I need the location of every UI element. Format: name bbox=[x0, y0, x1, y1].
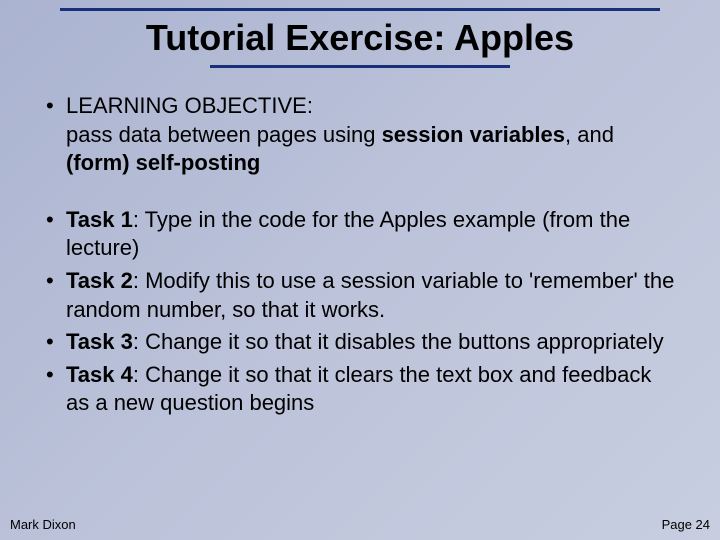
task-label: Task 1 bbox=[66, 207, 133, 232]
task-label: Task 2 bbox=[66, 268, 133, 293]
task-1: Task 1: Type in the code for the Apples … bbox=[40, 206, 680, 263]
footer-page: Page 24 bbox=[662, 517, 710, 532]
content-area: LEARNING OBJECTIVE: pass data between pa… bbox=[0, 68, 720, 418]
objective-mid: , and bbox=[565, 122, 614, 147]
task-label: Task 3 bbox=[66, 329, 133, 354]
slide-title: Tutorial Exercise: Apples bbox=[60, 13, 660, 65]
footer-author: Mark Dixon bbox=[10, 517, 76, 532]
task-2: Task 2: Modify this to use a session var… bbox=[40, 267, 680, 324]
objective-bold2: (form) self-posting bbox=[66, 150, 260, 175]
title-area: Tutorial Exercise: Apples bbox=[0, 0, 720, 68]
task-3: Task 3: Change it so that it disables th… bbox=[40, 328, 680, 357]
objective-bold1: session variables bbox=[382, 122, 565, 147]
footer: Mark Dixon Page 24 bbox=[10, 517, 710, 532]
learning-objective: LEARNING OBJECTIVE: pass data between pa… bbox=[40, 92, 680, 178]
task-text: : Modify this to use a session variable … bbox=[66, 268, 674, 322]
task-4: Task 4: Change it so that it clears the … bbox=[40, 361, 680, 418]
title-rule-top bbox=[60, 8, 660, 11]
task-label: Task 4 bbox=[66, 362, 133, 387]
objective-label: LEARNING OBJECTIVE: bbox=[66, 93, 313, 118]
task-text: : Type in the code for the Apples exampl… bbox=[66, 207, 630, 261]
task-text: : Change it so that it disables the butt… bbox=[133, 329, 664, 354]
objective-pre: pass data between pages using bbox=[66, 122, 382, 147]
task-text: : Change it so that it clears the text b… bbox=[66, 362, 651, 416]
